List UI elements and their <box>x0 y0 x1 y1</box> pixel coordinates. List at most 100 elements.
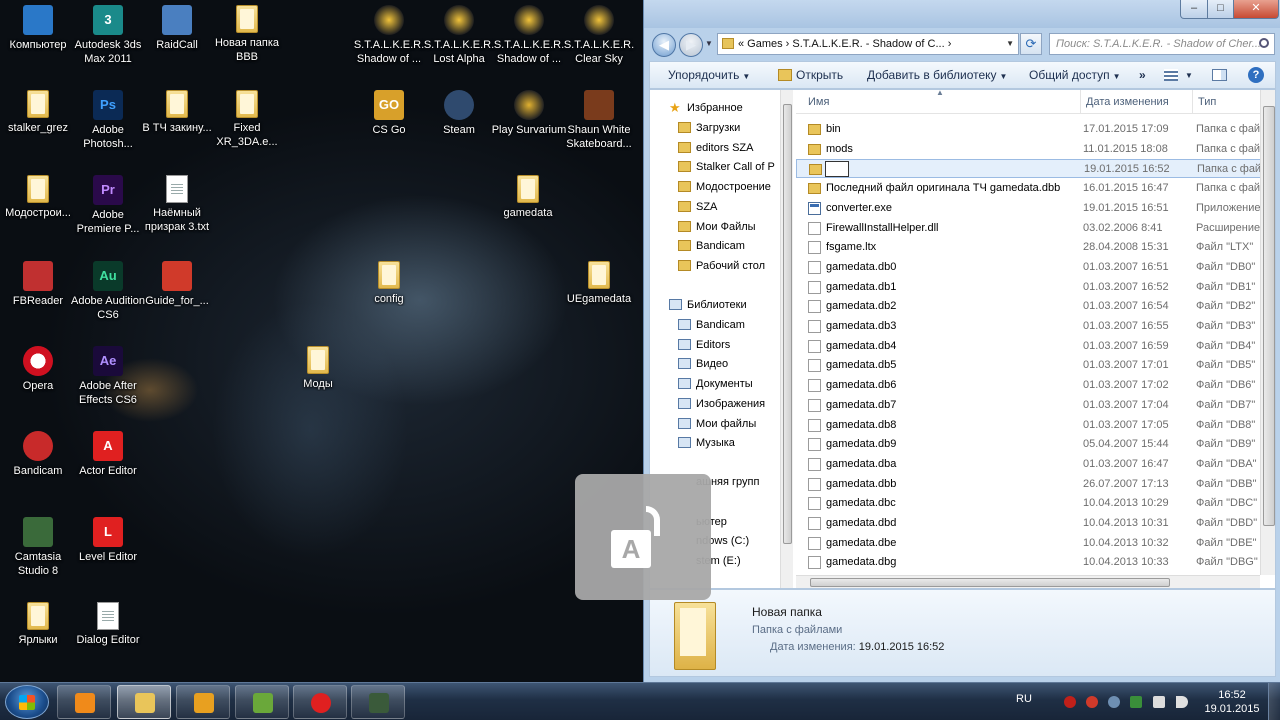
start-button[interactable] <box>5 685 49 719</box>
language-indicator[interactable]: RU <box>1016 693 1032 705</box>
nav-item[interactable]: Мои файлы <box>678 415 756 433</box>
more-commands-button[interactable]: » <box>1139 68 1146 82</box>
scrollbar-thumb[interactable] <box>1263 106 1275 526</box>
desktop-icon[interactable]: 3 Autodesk 3ds Max 2011 <box>70 5 146 66</box>
forward-button[interactable]: ▶ <box>679 33 703 57</box>
file-row[interactable]: mods 11.01.2015 18:08 Папка с фай <box>796 140 1275 159</box>
search-input[interactable]: Поиск: S.T.A.L.K.E.R. - Shadow of Cher..… <box>1049 33 1275 55</box>
nav-item[interactable]: Рабочий стол <box>678 257 765 275</box>
desktop-icon[interactable]: gamedata <box>490 175 566 220</box>
bandicam-tray-icon[interactable] <box>1086 696 1098 708</box>
file-row[interactable]: gamedata.db1 01.03.2007 16:52 Файл "DB1" <box>796 278 1275 297</box>
desktop-icon[interactable]: Ps Adobe Photosh... <box>70 90 146 151</box>
desktop-icon[interactable]: Pr Adobe Premiere P... <box>70 175 146 236</box>
desktop-icon[interactable]: Camtasia Studio 8 <box>0 517 76 578</box>
maximize-button[interactable]: □ <box>1207 0 1234 19</box>
nav-item[interactable]: Документы <box>678 375 753 393</box>
desktop-icon[interactable]: Наёмный призрак 3.txt <box>139 175 215 234</box>
desktop-icon[interactable]: Новая папка BBB <box>209 5 285 64</box>
desktop-icon[interactable]: UEgamedata <box>561 261 637 306</box>
nav-item[interactable]: Видео <box>678 355 728 373</box>
desktop-icon[interactable]: Shaun White Skateboard... <box>561 90 637 151</box>
file-row[interactable]: gamedata.dbg 10.04.2013 10:33 Файл "DBG" <box>796 553 1275 572</box>
nav-favorites[interactable]: ★ Избранное <box>669 99 743 117</box>
file-row[interactable]: bin 17.01.2015 17:09 Папка с фай <box>796 120 1275 139</box>
file-row[interactable]: gamedata.db5 01.03.2007 17:01 Файл "DB5" <box>796 356 1275 375</box>
desktop-icon[interactable]: Компьютер <box>0 5 76 52</box>
hamachi-tray-icon[interactable] <box>1130 696 1142 708</box>
recent-pages-dropdown-icon[interactable]: ▼ <box>705 39 713 48</box>
file-row[interactable]: gamedata.db3 01.03.2007 16:55 Файл "DB3" <box>796 317 1275 336</box>
desktop-icon[interactable]: Моды <box>280 346 356 391</box>
add-to-library-button[interactable]: Добавить в библиотеку ▼ <box>867 68 1007 82</box>
share-button[interactable]: Общий доступ ▼ <box>1029 68 1121 82</box>
organize-button[interactable]: Упорядочить ▼ <box>668 68 750 82</box>
safely-remove-icon[interactable] <box>1153 696 1165 708</box>
taskbar-button[interactable] <box>235 685 289 719</box>
file-row[interactable]: 19.01.2015 16:52 Папка с фай <box>796 159 1275 179</box>
column-name[interactable]: Имя <box>808 96 829 108</box>
file-row[interactable]: gamedata.dbc 10.04.2013 10:29 Файл "DBC" <box>796 494 1275 513</box>
navigation-scrollbar[interactable] <box>780 90 793 588</box>
nav-libraries[interactable]: Библиотеки <box>669 296 747 314</box>
desktop-icon[interactable]: FBReader <box>0 261 76 308</box>
column-date[interactable]: Дата изменения <box>1086 96 1169 108</box>
file-row[interactable]: gamedata.db4 01.03.2007 16:59 Файл "DB4" <box>796 337 1275 356</box>
preview-pane-icon[interactable] <box>1212 69 1227 81</box>
taskbar-button[interactable] <box>57 685 111 719</box>
desktop-icon[interactable]: stalker_grez <box>0 90 76 135</box>
record-icon[interactable] <box>1064 696 1076 708</box>
clock[interactable]: 16:52 19.01.2015 <box>1198 688 1266 716</box>
desktop-icon[interactable]: L Level Editor <box>70 517 146 564</box>
column-type[interactable]: Тип <box>1198 96 1216 108</box>
open-button[interactable]: Открыть <box>796 68 843 82</box>
title-bar[interactable]: – □ ✕ <box>644 0 1280 28</box>
desktop-icon[interactable]: S.T.A.L.K.E.R. Lost Alpha <box>421 5 497 66</box>
nav-item[interactable]: Загрузки <box>678 119 740 137</box>
nav-item[interactable]: Bandicam <box>678 237 745 255</box>
nav-item[interactable]: Музыка <box>678 434 735 452</box>
desktop-icon[interactable]: Steam <box>421 90 497 137</box>
close-button[interactable]: ✕ <box>1233 0 1279 19</box>
address-dropdown-icon[interactable]: ▼ <box>1006 34 1014 54</box>
file-row[interactable]: fsgame.ltx 28.04.2008 15:31 Файл "LTX" <box>796 238 1275 257</box>
desktop-icon[interactable]: Bandicam <box>0 431 76 478</box>
view-dropdown-icon[interactable]: ▼ <box>1185 71 1193 80</box>
desktop-icon[interactable]: Ярлыки <box>0 602 76 647</box>
refresh-button[interactable]: ⟳ <box>1020 33 1042 55</box>
file-row[interactable]: gamedata.dbe 10.04.2013 10:32 Файл "DBE" <box>796 534 1275 553</box>
file-row[interactable]: gamedata.dba 01.03.2007 16:47 Файл "DBA" <box>796 455 1275 474</box>
taskbar-button[interactable] <box>351 685 405 719</box>
view-options-icon[interactable] <box>1164 69 1178 81</box>
desktop-icon[interactable]: S.T.A.L.K.E.R. Clear Sky <box>561 5 637 66</box>
help-icon[interactable]: ? <box>1248 67 1264 83</box>
desktop-icon[interactable]: Fixed XR_3DA.e... <box>209 90 285 149</box>
nav-item[interactable]: Модостроение <box>678 178 771 196</box>
desktop-icon[interactable]: Play Survarium <box>491 90 567 137</box>
minimize-button[interactable]: – <box>1180 0 1208 19</box>
file-row[interactable]: gamedata.dbb 26.07.2007 17:13 Файл "DBB" <box>796 475 1275 494</box>
address-bar[interactable]: « Games › S.T.A.L.K.E.R. - Shadow of C..… <box>717 33 1019 55</box>
file-row[interactable]: Последний файл оригинала ТЧ gamedata.dbb… <box>796 179 1275 198</box>
taskbar-button[interactable] <box>117 685 171 719</box>
horizontal-scrollbar[interactable] <box>796 575 1260 588</box>
desktop-icon[interactable]: GO CS Go <box>351 90 427 137</box>
desktop-icon[interactable]: Au Adobe Audition CS6 <box>70 261 146 322</box>
vertical-scrollbar[interactable] <box>1260 90 1275 575</box>
file-row[interactable]: FirewallInstallHelper.dll 03.02.2006 8:41… <box>796 219 1275 238</box>
taskbar-button[interactable] <box>293 685 347 719</box>
nav-item[interactable]: SZA <box>678 198 717 216</box>
desktop-icon[interactable]: S.T.A.L.K.E.R. Shadow of ... <box>491 5 567 66</box>
file-row[interactable]: gamedata.db6 01.03.2007 17:02 Файл "DB6" <box>796 376 1275 395</box>
volume-icon[interactable] <box>1176 696 1188 708</box>
rename-input[interactable] <box>825 161 849 178</box>
nav-item[interactable]: Editors <box>678 336 730 354</box>
desktop-icon[interactable]: Guide_for_... <box>139 261 215 308</box>
file-row[interactable]: converter.exe 19.01.2015 16:51 Приложение <box>796 199 1275 218</box>
back-button[interactable]: ◀ <box>652 33 676 57</box>
desktop-icon[interactable]: Ae Adobe After Effects CS6 <box>70 346 146 407</box>
desktop-icon[interactable]: S.T.A.L.K.E.R. Shadow of ... <box>351 5 427 66</box>
desktop-icon[interactable]: В ТЧ закину... <box>139 90 215 135</box>
file-row[interactable]: gamedata.dbd 10.04.2013 10:31 Файл "DBD" <box>796 514 1275 533</box>
desktop-icon[interactable]: config <box>351 261 427 306</box>
